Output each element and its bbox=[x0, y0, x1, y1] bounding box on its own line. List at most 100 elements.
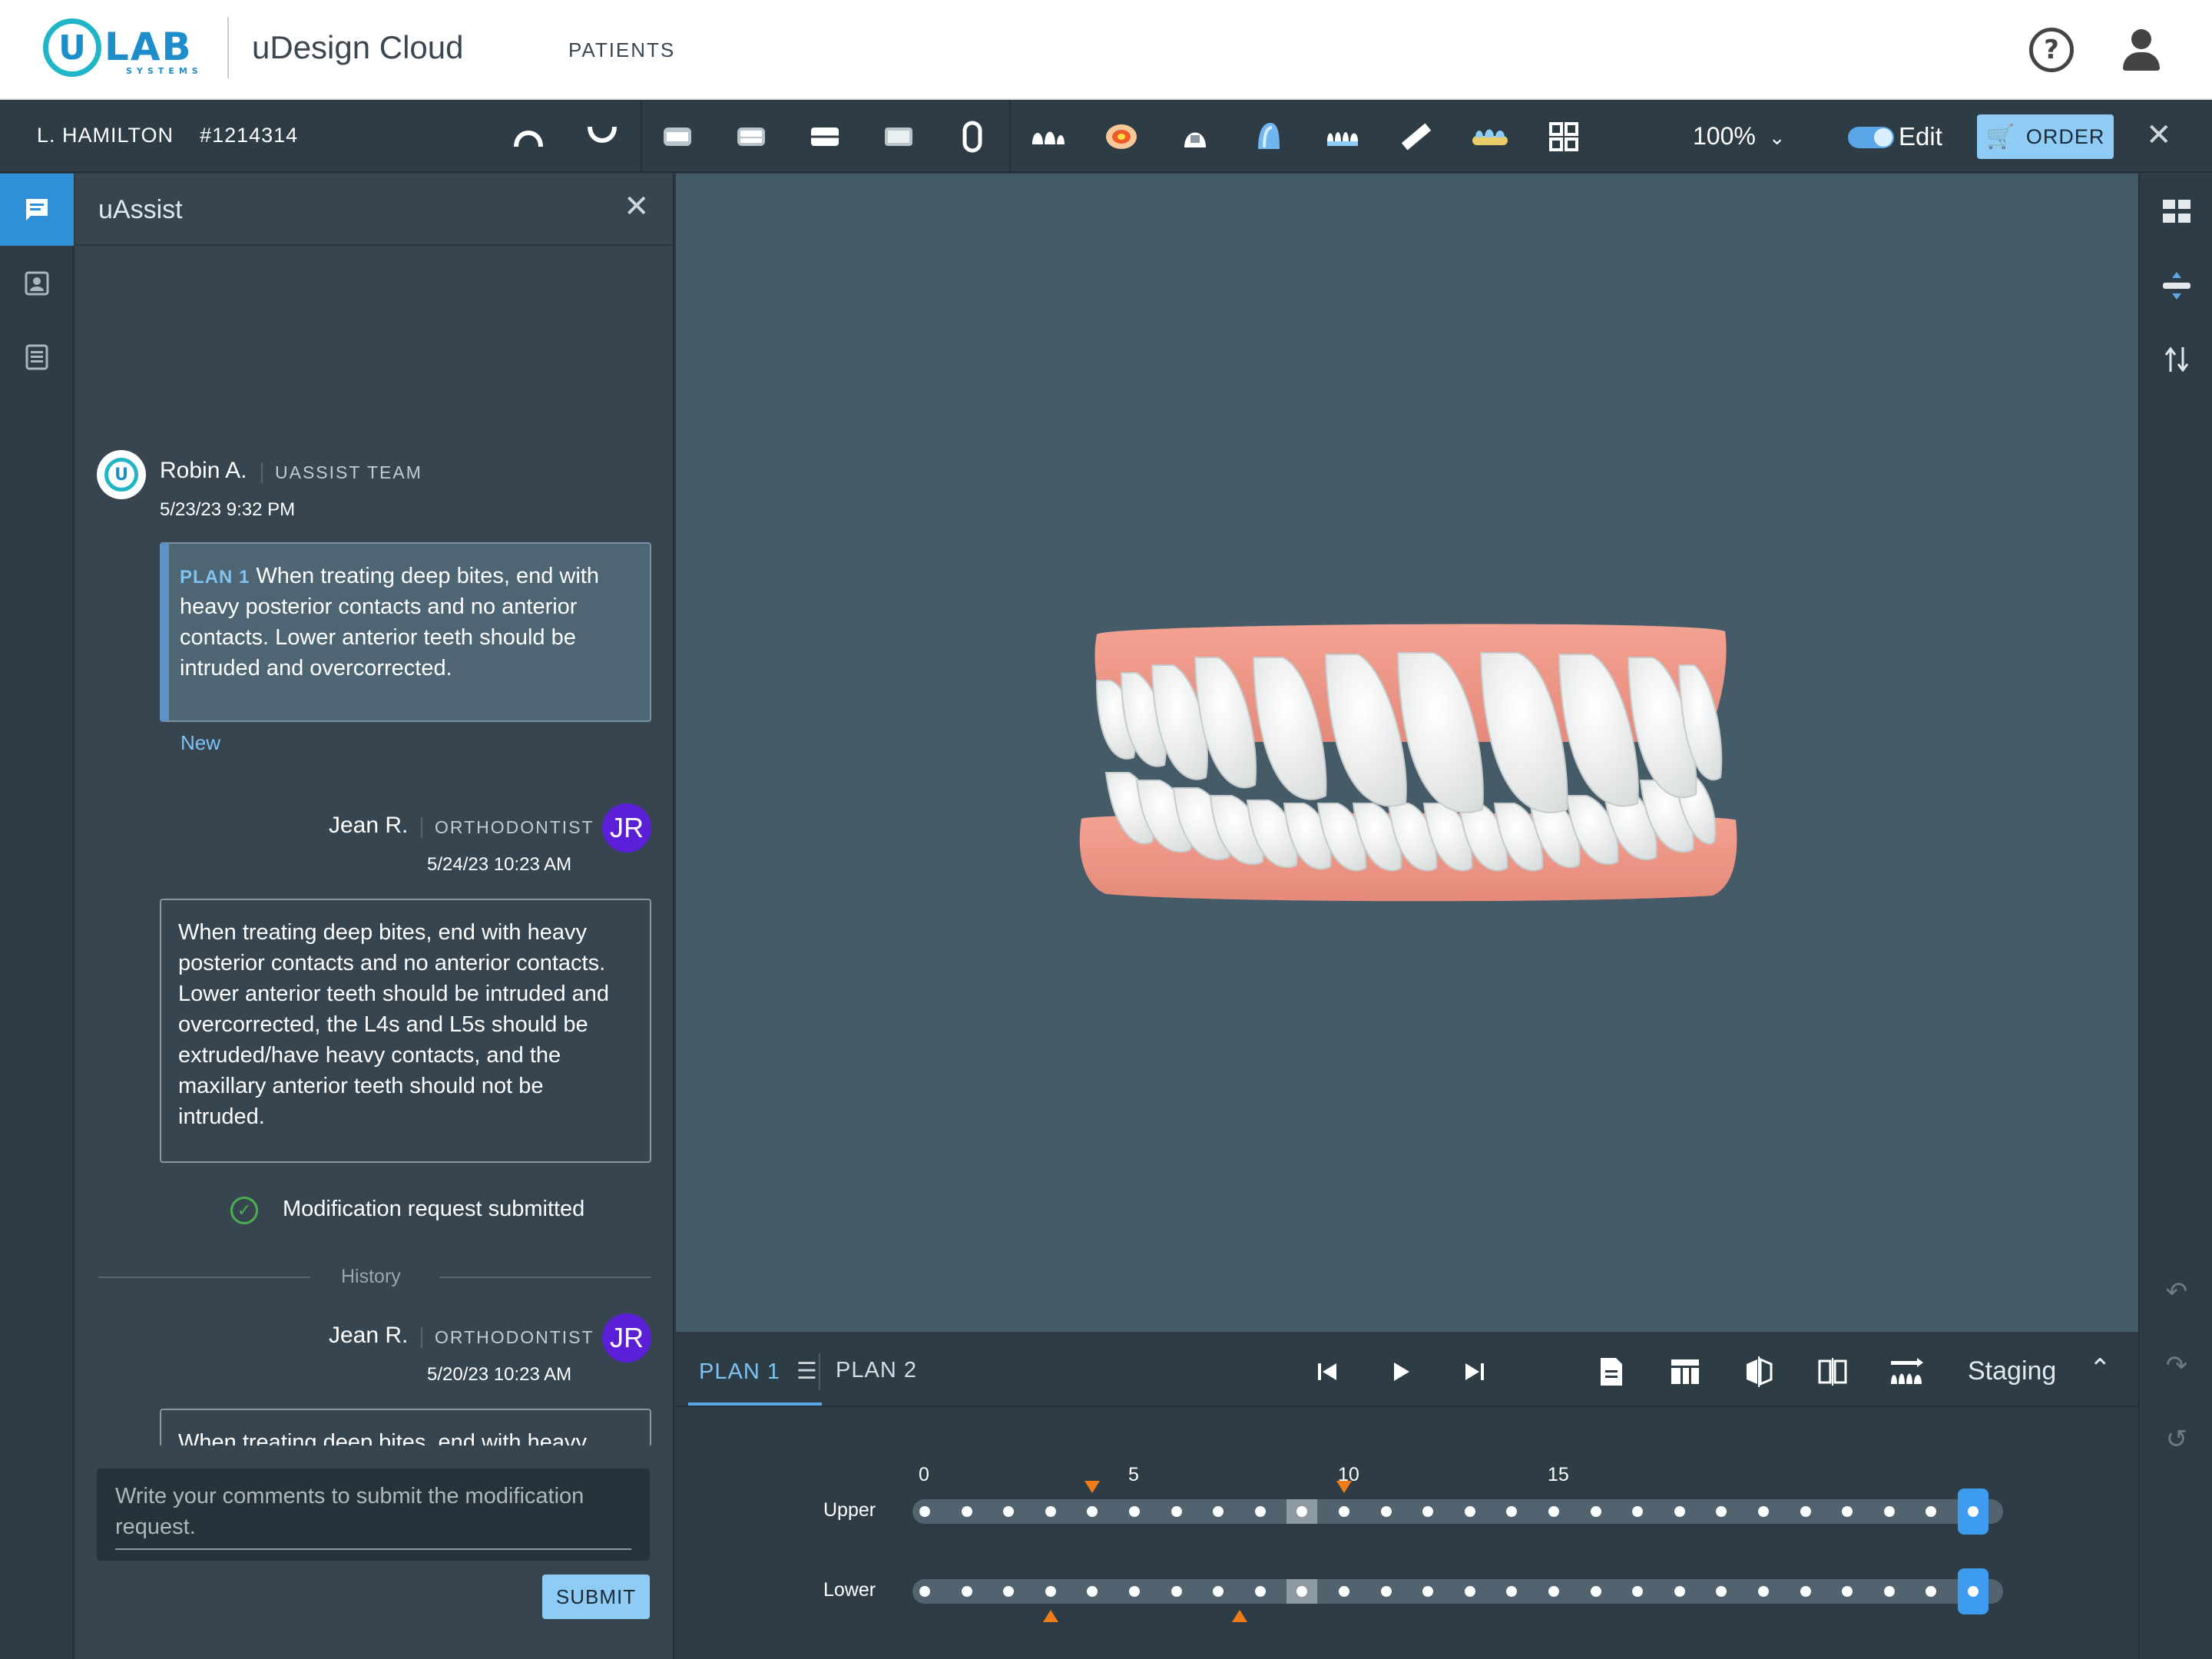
stage-dot[interactable] bbox=[1380, 1506, 1392, 1517]
table-view-icon[interactable] bbox=[1665, 1352, 1705, 1392]
stage-dot[interactable] bbox=[1129, 1506, 1140, 1517]
stage-dot[interactable] bbox=[1045, 1586, 1056, 1597]
stage-dot[interactable] bbox=[919, 1506, 930, 1517]
lower-arch-icon[interactable] bbox=[582, 118, 622, 156]
new-badge: New bbox=[180, 731, 221, 754]
message-author: Robin A. bbox=[160, 458, 247, 483]
stage-dot[interactable] bbox=[1758, 1506, 1769, 1517]
staging-label[interactable]: Staging bbox=[1968, 1356, 2056, 1386]
stage-dot[interactable] bbox=[1339, 1586, 1349, 1597]
stage-dot[interactable] bbox=[1380, 1586, 1392, 1597]
user-account-icon[interactable] bbox=[2118, 28, 2164, 74]
tab-plan-2[interactable]: PLAN 2 bbox=[836, 1358, 917, 1383]
attachment-marker[interactable] bbox=[1231, 1610, 1247, 1622]
undo-icon[interactable]: ↶ bbox=[2155, 1270, 2198, 1313]
tab-plan-1[interactable]: PLAN 1 ☰ bbox=[699, 1358, 818, 1385]
stage-dot[interactable] bbox=[1883, 1586, 1895, 1597]
report-icon[interactable] bbox=[1591, 1352, 1631, 1392]
plan-tabs: PLAN 1 ☰ PLAN 2 Staging ⌃ bbox=[676, 1332, 2138, 1407]
ulab-logo[interactable]: U LAB SYSTEMS bbox=[43, 18, 198, 83]
stage-dot[interactable] bbox=[919, 1586, 930, 1597]
help-icon[interactable]: ? bbox=[2029, 28, 2074, 72]
attachment-icon[interactable] bbox=[1175, 118, 1215, 156]
stage-dot[interactable] bbox=[1758, 1586, 1769, 1597]
tooth-color-icon[interactable] bbox=[1249, 118, 1289, 156]
superimpose-icon[interactable] bbox=[1323, 118, 1363, 156]
attachment-marker[interactable] bbox=[1084, 1481, 1101, 1493]
stage-dot[interactable] bbox=[1674, 1506, 1685, 1517]
swap-arch-icon[interactable] bbox=[2155, 338, 2198, 381]
document-list-icon[interactable] bbox=[0, 321, 74, 393]
history-label: History bbox=[341, 1266, 401, 1287]
ulab-avatar: U bbox=[97, 450, 146, 499]
stage-dot[interactable] bbox=[1339, 1506, 1349, 1517]
comment-input[interactable]: Write your comments to submit the modifi… bbox=[97, 1469, 650, 1561]
stage-dot[interactable] bbox=[1171, 1506, 1182, 1517]
split-view-icon[interactable] bbox=[2155, 190, 2198, 233]
attachment-marker[interactable] bbox=[1336, 1481, 1352, 1493]
nav-patients[interactable]: PATIENTS bbox=[568, 38, 675, 62]
stage-dot[interactable] bbox=[1800, 1586, 1811, 1597]
menu-icon[interactable]: ☰ bbox=[796, 1359, 818, 1384]
chat-icon[interactable] bbox=[0, 174, 74, 246]
left-view-icon[interactable] bbox=[805, 118, 845, 156]
stage-dot[interactable] bbox=[961, 1586, 972, 1597]
upper-arch-icon[interactable] bbox=[508, 118, 548, 156]
occlusal-view-icon[interactable] bbox=[952, 118, 992, 156]
stage-dot[interactable] bbox=[1590, 1586, 1601, 1597]
front-view-icon[interactable] bbox=[657, 118, 697, 156]
tooth-movement-icon[interactable] bbox=[1886, 1352, 1926, 1392]
back-view-icon[interactable] bbox=[731, 118, 771, 156]
stage-dot[interactable] bbox=[1883, 1506, 1895, 1517]
stage-dot[interactable] bbox=[1171, 1586, 1182, 1597]
stage-dot[interactable] bbox=[1045, 1506, 1056, 1517]
stage-track[interactable] bbox=[912, 1579, 2003, 1604]
gingiva-icon[interactable] bbox=[1470, 118, 1510, 156]
split-compare-icon[interactable] bbox=[1813, 1352, 1853, 1392]
occlusion-map-icon[interactable] bbox=[1101, 118, 1141, 156]
bite-adjust-icon[interactable] bbox=[2155, 264, 2198, 307]
stage-dot[interactable] bbox=[1464, 1506, 1475, 1517]
stage-tick-label: 15 bbox=[1548, 1464, 1569, 1485]
attachment-marker[interactable] bbox=[1042, 1610, 1058, 1622]
play-icon[interactable] bbox=[1381, 1352, 1421, 1392]
current-stage-marker[interactable] bbox=[1286, 1579, 1318, 1604]
teeth-visibility-icon[interactable] bbox=[1028, 118, 1068, 156]
stage-dot[interactable] bbox=[1548, 1586, 1559, 1597]
order-button[interactable]: 🛒 ORDER bbox=[1977, 114, 2114, 159]
stage-dot[interactable] bbox=[1464, 1586, 1475, 1597]
stage-track[interactable] bbox=[912, 1499, 2003, 1524]
close-icon[interactable]: ✕ bbox=[624, 189, 650, 224]
history-icon[interactable]: ↺ bbox=[2155, 1418, 2198, 1461]
stage-dot[interactable] bbox=[1590, 1506, 1601, 1517]
final-stage-handle[interactable] bbox=[1958, 1488, 1988, 1535]
compare-icon[interactable] bbox=[1739, 1352, 1779, 1392]
message-bubble: When treating deep bites, end with heavy… bbox=[160, 899, 651, 1163]
current-stage-marker[interactable] bbox=[1286, 1499, 1318, 1524]
zoom-select[interactable]: 100% ⌄ bbox=[1693, 122, 1786, 151]
stage-dot[interactable] bbox=[1548, 1506, 1559, 1517]
stage-dot[interactable] bbox=[1254, 1586, 1266, 1597]
stage-tick-label: 5 bbox=[1128, 1464, 1139, 1485]
top-bar: U LAB SYSTEMS uDesign Cloud PATIENTS ? bbox=[0, 0, 2212, 100]
stage-dot[interactable] bbox=[1674, 1586, 1685, 1597]
submit-button[interactable]: SUBMIT bbox=[542, 1575, 650, 1619]
3d-viewport[interactable] bbox=[676, 174, 2138, 1332]
final-stage-handle[interactable] bbox=[1958, 1568, 1988, 1614]
close-icon[interactable]: ✕ bbox=[2146, 118, 2172, 153]
grid-view-icon[interactable] bbox=[1544, 118, 1584, 156]
edit-toggle[interactable] bbox=[1848, 127, 1894, 148]
chevron-up-icon[interactable]: ⌃ bbox=[2089, 1353, 2111, 1384]
skip-to-start-icon[interactable] bbox=[1307, 1352, 1347, 1392]
stage-dot[interactable] bbox=[1800, 1506, 1811, 1517]
dental-model-render[interactable] bbox=[676, 174, 2138, 1332]
skip-to-end-icon[interactable] bbox=[1455, 1352, 1495, 1392]
right-view-icon[interactable] bbox=[879, 118, 919, 156]
ruler-icon[interactable] bbox=[1396, 118, 1436, 156]
patient-record-icon[interactable] bbox=[0, 247, 74, 320]
stage-dot[interactable] bbox=[1254, 1506, 1266, 1517]
stage-dot[interactable] bbox=[1129, 1586, 1140, 1597]
redo-icon[interactable]: ↷ bbox=[2155, 1344, 2198, 1387]
stage-dot[interactable] bbox=[961, 1506, 972, 1517]
message-list[interactable]: U Robin A. UASSIST TEAM 5/23/23 9:32 PM … bbox=[75, 247, 673, 1445]
